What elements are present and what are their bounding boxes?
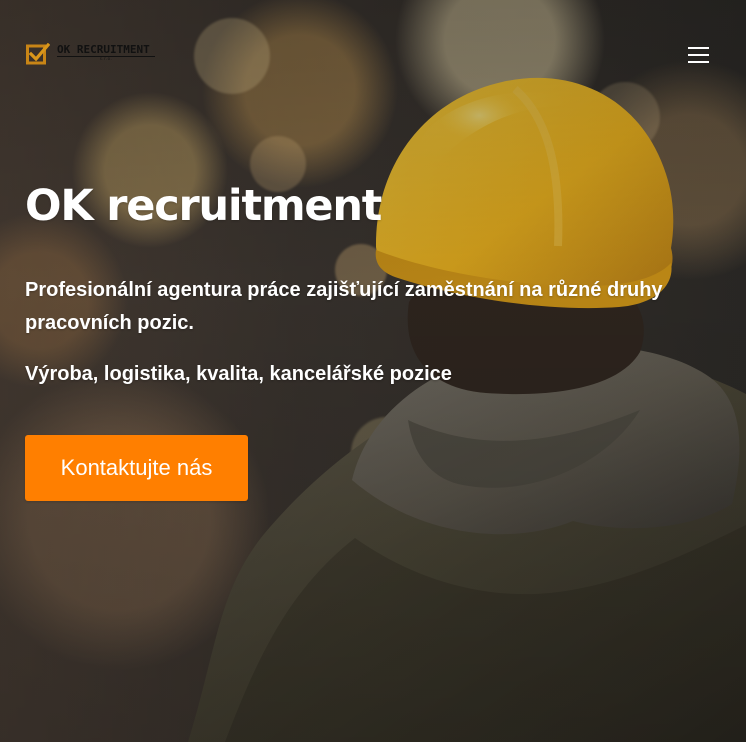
hamburger-menu-icon xyxy=(688,61,709,63)
hero-title: OK recruitment xyxy=(25,181,382,231)
menu-button[interactable] xyxy=(681,40,717,70)
hero-description: Profesionální agentura práce zajišťující… xyxy=(25,279,663,334)
logo-subtext: s.r.o. xyxy=(99,56,113,61)
company-logo[interactable]: OK RECRUITMENT s.r.o. xyxy=(26,43,166,69)
hamburger-menu-icon xyxy=(688,54,709,56)
hero-section: OK RECRUITMENT s.r.o. OK recruitment Pro… xyxy=(0,0,746,742)
hero-sectors: Výroba, logistika, kvalita, kancelářské … xyxy=(25,363,452,385)
logo-text: OK RECRUITMENT xyxy=(57,43,150,56)
hamburger-menu-icon xyxy=(688,47,709,49)
hero-content: OK recruitment Profesionální agentura pr… xyxy=(25,178,685,501)
contact-button[interactable]: Kontaktujte nás xyxy=(25,435,248,501)
checkbox-check-icon xyxy=(26,43,50,65)
site-header: OK RECRUITMENT s.r.o. xyxy=(0,0,746,110)
